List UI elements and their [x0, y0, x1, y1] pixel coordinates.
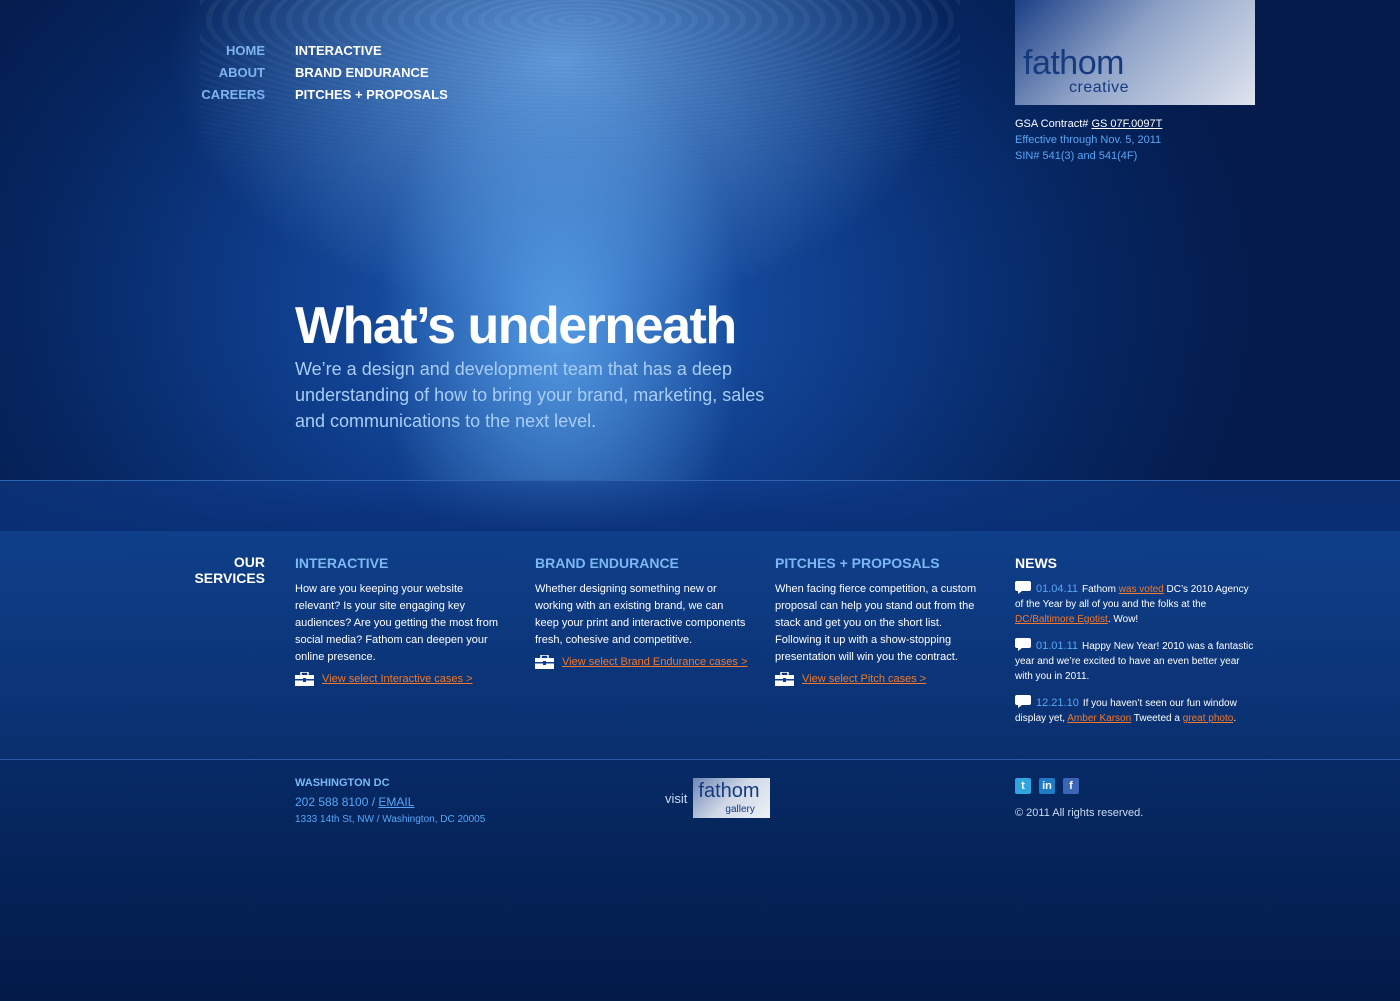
- news-item: 12.21.10 If you haven’t seen our fun wind…: [1015, 695, 1255, 726]
- nav-about[interactable]: ABOUT: [170, 62, 265, 84]
- cases-link-label: View select Interactive cases >: [322, 673, 473, 685]
- news-section: NEWS 01.04.11 Fathom was voted DC’s 2010 …: [1015, 554, 1255, 737]
- service-description: When facing fierce competition, a custom…: [775, 583, 977, 663]
- cases-link-label: View select Pitch cases >: [802, 673, 927, 685]
- contact-address: 1333 14th St, NW / Washington, DC 20005: [295, 814, 486, 825]
- divider-band: [0, 480, 1400, 532]
- linkedin-icon[interactable]: in: [1039, 778, 1055, 794]
- news-text: . Wow!: [1107, 614, 1139, 625]
- email-link[interactable]: EMAIL: [378, 795, 414, 809]
- briefcase-icon: [295, 672, 314, 686]
- logo-subtitle: creative: [1069, 79, 1130, 96]
- dc-baltimore-egotist-link[interactable]: DC/Baltimore Egotist: [1015, 614, 1108, 625]
- news-text: Tweeted a: [1131, 713, 1183, 724]
- news-item: 01.01.11 Happy New Year! 2010 was a fanta…: [1015, 638, 1255, 684]
- service-description: How are you keeping your website relevan…: [295, 583, 499, 663]
- speech-bubble-icon: [1015, 695, 1031, 708]
- copyright: © 2011 All rights reserved.: [1015, 807, 1144, 819]
- logo-wordmark: fathom: [1023, 44, 1124, 82]
- hero-intro: We’re a design and development team that…: [295, 359, 765, 431]
- news-date: 01.01.11: [1036, 640, 1079, 652]
- gallery-wordmark: fathom: [698, 780, 760, 802]
- primary-nav: HOME ABOUT CAREERS: [170, 40, 265, 106]
- view-brand-endurance-cases-link[interactable]: View select Brand Endurance cases >: [535, 655, 750, 669]
- service-pitches-proposals: PITCHES + PROPOSALS When facing fierce c…: [775, 554, 990, 686]
- service-brand-endurance: BRAND ENDURANCE Whether designing someth…: [535, 554, 750, 669]
- hero-headline: What’s underneath: [295, 297, 737, 355]
- service-description: Whether designing something new or worki…: [535, 583, 746, 646]
- news-heading: NEWS: [1015, 555, 1057, 571]
- nav-home[interactable]: HOME: [170, 40, 265, 62]
- nav-interactive[interactable]: INTERACTIVE: [295, 40, 448, 62]
- nav-brand-endurance[interactable]: BRAND ENDURANCE: [295, 62, 448, 84]
- was-voted-link[interactable]: was voted: [1119, 584, 1164, 595]
- twitter-icon[interactable]: t: [1015, 778, 1031, 794]
- service-title: PITCHES + PROPOSALS: [775, 555, 940, 571]
- service-interactive: INTERACTIVE How are you keeping your web…: [295, 554, 510, 686]
- briefcase-icon: [535, 655, 554, 669]
- visit-label: visit: [665, 790, 688, 806]
- speech-bubble-icon: [1015, 581, 1031, 594]
- gsa-label: GSA Contract#: [1015, 118, 1089, 130]
- our-services-heading: OUR SERVICES: [194, 554, 265, 586]
- phone-number: 202 588 8100 /: [295, 795, 379, 809]
- fathom-gallery-logo: fathom gallery: [693, 778, 771, 818]
- news-date: 12.21.10: [1036, 697, 1079, 709]
- nav-careers[interactable]: CAREERS: [170, 84, 265, 106]
- cases-link-label: View select Brand Endurance cases >: [562, 656, 748, 668]
- fathom-gallery-link[interactable]: visit fathom gallery: [665, 778, 771, 818]
- gsa-number-link[interactable]: GS 07F.0097T: [1091, 118, 1162, 130]
- amber-karson-link[interactable]: Amber Karson: [1067, 713, 1131, 724]
- view-pitch-cases-link[interactable]: View select Pitch cases >: [775, 672, 990, 686]
- news-item: 01.04.11 Fathom was voted DC’s 2010 Agenc…: [1015, 581, 1255, 627]
- gsa-effective: Effective through Nov. 5, 2011: [1015, 134, 1162, 146]
- gallery-subtitle: gallery: [725, 804, 755, 815]
- great-photo-link[interactable]: great photo: [1183, 713, 1234, 724]
- news-text: .: [1233, 713, 1237, 724]
- services-nav: INTERACTIVE BRAND ENDURANCE PITCHES + PR…: [295, 40, 448, 106]
- gsa-sin: SIN# 541(3) and 541(4F): [1015, 150, 1138, 162]
- service-title: BRAND ENDURANCE: [535, 555, 679, 571]
- news-date: 01.04.11: [1036, 583, 1079, 595]
- contact-info: WASHINGTON DC 202 588 8100 / EMAIL 1333 …: [295, 776, 485, 827]
- nav-pitches-proposals[interactable]: PITCHES + PROPOSALS: [295, 84, 448, 106]
- contact-phone: 202 588 8100 / EMAIL: [295, 793, 485, 811]
- speech-bubble-icon: [1015, 638, 1031, 651]
- gsa-contract-info: GSA Contract# GS 07F.0097T Effective thr…: [1015, 116, 1162, 164]
- service-title: INTERACTIVE: [295, 555, 389, 571]
- view-interactive-cases-link[interactable]: View select Interactive cases >: [295, 672, 510, 686]
- briefcase-icon: [775, 672, 794, 686]
- news-text: Fathom: [1082, 584, 1119, 595]
- contact-city: WASHINGTON DC: [295, 777, 390, 789]
- fathom-logo[interactable]: fathom creative: [1015, 0, 1255, 105]
- social-links: t in f: [1015, 778, 1079, 794]
- facebook-icon[interactable]: f: [1063, 778, 1079, 794]
